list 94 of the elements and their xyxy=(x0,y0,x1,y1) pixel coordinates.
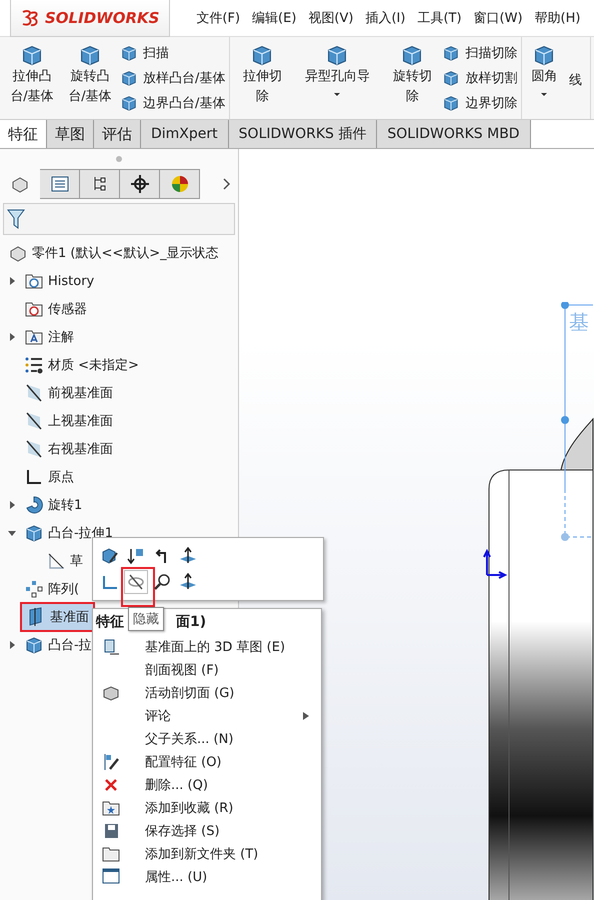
tree-item[interactable]: 注解 xyxy=(48,328,74,346)
menu-item[interactable]: 编辑(E) xyxy=(246,9,302,27)
tree-item[interactable]: 右视基准面 xyxy=(48,440,113,458)
plane-icon xyxy=(24,439,44,459)
sketch-icon xyxy=(101,573,119,591)
panel-tab[interactable] xyxy=(120,169,160,199)
filter-icon xyxy=(7,208,25,230)
tree-item[interactable]: 旋转1 xyxy=(48,496,82,514)
crosshair-icon xyxy=(130,174,150,194)
list-icon xyxy=(102,868,120,886)
selected-item-frame[interactable]: 基准面 xyxy=(20,602,95,632)
tree-item[interactable]: 上视基准面 xyxy=(48,412,113,430)
splitter-handle[interactable] xyxy=(116,156,122,162)
menu-title: 特征 xyxy=(96,613,124,631)
color-ball-icon xyxy=(170,174,190,194)
cube-icon xyxy=(442,44,460,62)
pattern-icon xyxy=(24,579,44,599)
ribbon-tab[interactable]: 评估 xyxy=(94,120,141,148)
panel-tab[interactable] xyxy=(80,169,120,199)
tree-item[interactable]: 前视基准面 xyxy=(48,384,113,402)
ribbon-tab[interactable]: 草图 xyxy=(47,120,94,148)
app-logo: SOLIDWORKS xyxy=(10,0,170,36)
ribbon-button[interactable]: 放样凸台/基体 xyxy=(120,67,226,89)
cube-icon xyxy=(78,43,102,67)
toolbar-button[interactable] xyxy=(124,570,148,594)
material-icon xyxy=(24,355,44,375)
ribbon-button[interactable]: 圆角 xyxy=(526,41,562,103)
cube-icon xyxy=(120,94,138,112)
save-icon xyxy=(102,822,120,840)
tree-item[interactable]: 原点 xyxy=(48,468,74,486)
menu-item[interactable]: 文件(F) xyxy=(190,9,246,27)
cube-icon xyxy=(442,69,460,87)
ribbon-button[interactable]: 异型孔向导 xyxy=(292,41,382,103)
tooltip: 隐藏 xyxy=(128,607,164,631)
expand-arrow-icon[interactable] xyxy=(7,332,17,342)
ribbon-tab[interactable]: SOLIDWORKS MBD xyxy=(377,120,531,148)
expand-arrow-icon[interactable] xyxy=(7,276,17,286)
cube-icon xyxy=(442,94,460,112)
chevron-right-icon[interactable] xyxy=(222,177,232,191)
zoom-icon xyxy=(153,573,171,591)
menu-item[interactable]: 工具(T) xyxy=(411,9,468,27)
tree-item[interactable]: History xyxy=(48,274,94,288)
ribbon-button[interactable]: 边界切除 xyxy=(442,92,518,114)
box-icon xyxy=(102,684,120,702)
list-icon xyxy=(50,174,70,194)
cube-icon xyxy=(120,44,138,62)
ribbon-button[interactable]: 旋转凸台/基体 xyxy=(62,41,118,109)
ribbon-button[interactable]: 拉伸凸台/基体 xyxy=(4,41,60,109)
ribbon-button[interactable]: 旋转切除 xyxy=(384,41,440,109)
plane-icon xyxy=(24,383,44,403)
ribbon-button[interactable]: 拉伸切除 xyxy=(234,41,290,109)
ribbon-button[interactable]: 扫描 xyxy=(120,42,226,64)
cube-icon xyxy=(24,523,44,543)
hide-icon xyxy=(127,573,145,591)
cube-pencil-icon xyxy=(101,547,119,565)
sketch-3d-icon xyxy=(102,638,120,656)
menu-item[interactable]: 帮助(H) xyxy=(528,9,586,27)
filter-field[interactable] xyxy=(3,203,235,235)
sketch-icon xyxy=(46,551,66,571)
ribbon-tab[interactable]: SOLIDWORKS 插件 xyxy=(228,120,378,148)
ribbon-button[interactable]: 线 xyxy=(567,71,584,91)
plane-arrow-icon xyxy=(179,573,197,591)
star-folder-icon xyxy=(102,798,120,816)
cube-icon xyxy=(24,635,44,655)
tree-item[interactable]: 传感器 xyxy=(48,300,87,318)
origin-icon xyxy=(24,467,44,487)
ribbon-button[interactable]: 扫描切除 xyxy=(442,42,518,64)
ribbon-button[interactable]: 放样切割 xyxy=(442,67,518,89)
cube-icon xyxy=(120,69,138,87)
plane-icon xyxy=(24,411,44,431)
plane-arrow-icon xyxy=(179,547,197,565)
folder-icon xyxy=(102,844,120,862)
axis-triad-icon xyxy=(483,549,507,579)
tree-item[interactable]: 草 xyxy=(70,552,83,570)
plane-label: 基 xyxy=(569,309,589,336)
menu-item[interactable]: 插入(I) xyxy=(359,9,412,27)
arrow-down-icon xyxy=(127,547,145,565)
tree-item[interactable]: 凸台-拉 xyxy=(48,636,92,654)
tree-item[interactable]: 基准面 xyxy=(50,608,89,626)
menu-title: 面1) xyxy=(176,613,206,631)
panel-tab[interactable] xyxy=(40,169,80,199)
menu-item[interactable]: 视图(V) xyxy=(302,9,360,27)
collapse-arrow-icon[interactable] xyxy=(7,528,17,538)
expand-arrow-icon[interactable] xyxy=(7,500,17,510)
ribbon-button[interactable]: 边界凸台/基体 xyxy=(120,92,226,114)
tree-item[interactable]: 材质 <未指定> xyxy=(48,356,139,374)
cube-icon xyxy=(20,43,44,67)
pencil-icon xyxy=(102,752,120,770)
tree-root[interactable]: 零件1 (默认<<默认>_显示状态 xyxy=(32,244,219,262)
ring-icon xyxy=(24,495,44,515)
menu-item[interactable]: 窗口(W) xyxy=(468,9,529,27)
expand-arrow-icon[interactable] xyxy=(7,640,17,650)
ribbon-tab[interactable]: DimXpert xyxy=(141,120,229,148)
tree-item[interactable]: 阵列( xyxy=(48,580,80,598)
